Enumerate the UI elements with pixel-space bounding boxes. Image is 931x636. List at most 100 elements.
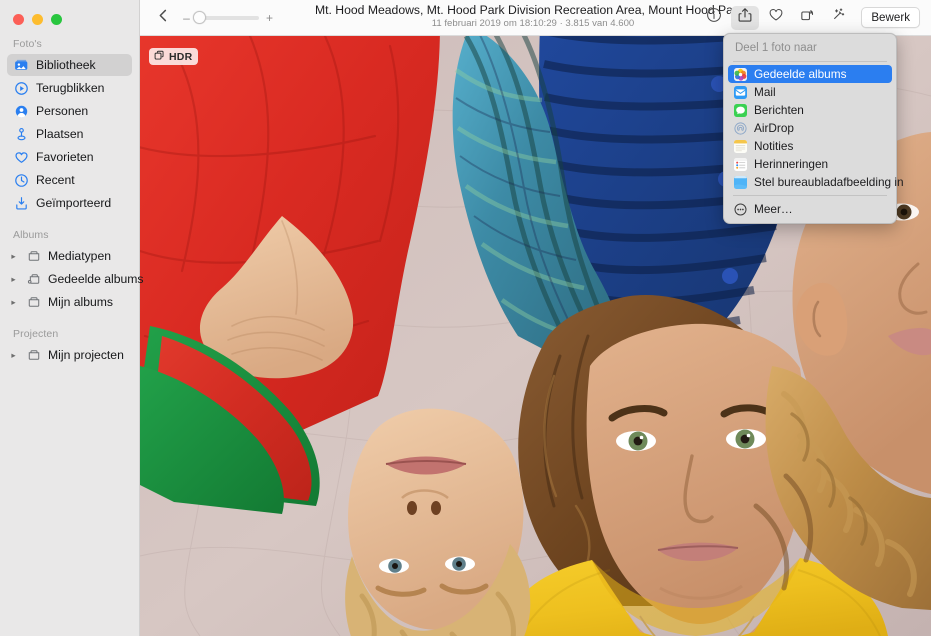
page-title: Mt. Hood Meadows, Mt. Hood Park Division… [315, 3, 751, 17]
menu-item-label: Herinneringen [754, 157, 828, 171]
chevron-right-icon[interactable]: ▸ [8, 351, 19, 360]
chevron-left-icon [156, 8, 171, 28]
favorite-button[interactable] [762, 6, 790, 30]
sidebar-section-albums-title: Albums [0, 215, 139, 244]
rotate-button[interactable] [793, 6, 821, 30]
menu-item-label: Mail [754, 85, 776, 99]
sidebar-section-photos-title: Foto's [0, 32, 139, 53]
menu-item-label: Stel bureaubladafbeelding in [754, 175, 904, 189]
menu-item-label: AirDrop [754, 121, 794, 135]
chevron-right-icon[interactable]: ▸ [8, 275, 19, 284]
sidebar-item-personen[interactable]: Personen [7, 100, 132, 122]
share-button[interactable] [731, 6, 759, 30]
sidebar-item-label: Geïmporteerd [36, 196, 111, 210]
hdr-badge: HDR [149, 48, 198, 65]
sidebar-item-recent[interactable]: Recent [7, 169, 132, 191]
folder-icon [26, 295, 41, 310]
window-traffic-lights [0, 0, 139, 32]
menu-item-label: Notities [754, 139, 793, 153]
sidebar-item-mediatypen[interactable]: ▸ Mediatypen [7, 245, 132, 267]
sidebar-item-mijn-albums[interactable]: ▸ Mijn albums [7, 291, 132, 313]
toolbar: – + Mt. Hood Meadows, Mt. Hood Park Divi… [140, 0, 931, 36]
places-pin-icon [14, 127, 29, 142]
info-button[interactable] [700, 6, 728, 30]
people-icon [14, 104, 29, 119]
memories-play-icon [14, 81, 29, 96]
reminders-icon [734, 158, 747, 171]
toolbar-actions: Bewerk [700, 6, 931, 30]
menu-item-meer[interactable]: Meer… [728, 200, 892, 218]
sidebar-item-label: Recent [36, 173, 75, 187]
edit-button[interactable]: Bewerk [861, 7, 920, 28]
chevron-right-icon[interactable]: ▸ [8, 252, 19, 261]
menu-separator [733, 61, 887, 62]
menu-item-airdrop[interactable]: AirDrop [728, 119, 892, 137]
heart-icon [14, 150, 29, 165]
menu-item-notities[interactable]: Notities [728, 137, 892, 155]
ellipsis-circle-icon [734, 203, 747, 216]
sidebar-item-gedeelde-albums[interactable]: ▸ Gedeelde albums [7, 268, 132, 290]
zoom-slider-track[interactable] [197, 16, 259, 20]
sidebar-item-favorieten[interactable]: Favorieten [7, 146, 132, 168]
share-menu-header: Deel 1 foto naar [724, 38, 896, 60]
menu-item-gedeelde-albums[interactable]: Gedeelde albums [728, 65, 892, 83]
sidebar-item-label: Plaatsen [36, 127, 83, 141]
magic-wand-icon [830, 7, 846, 28]
sidebar-item-label: Terugblikken [36, 81, 104, 95]
zoom-out-label[interactable]: – [182, 12, 191, 24]
folder-icon [26, 348, 41, 363]
mail-icon [734, 86, 747, 99]
notes-icon [734, 140, 747, 153]
desktop-picture-icon [734, 176, 747, 189]
photo-library-icon [14, 58, 29, 73]
page-subtitle: 11 februari 2019 om 18:10:29 · 3.815 van… [315, 18, 751, 29]
sidebar-item-geimporteerd[interactable]: Geïmporteerd [7, 192, 132, 214]
airdrop-icon [734, 122, 747, 135]
sidebar-item-plaatsen[interactable]: Plaatsen [7, 123, 132, 145]
rotate-icon [799, 7, 815, 28]
minimize-button[interactable] [32, 14, 43, 25]
menu-item-label: Meer… [754, 202, 793, 216]
info-circle-icon [706, 7, 722, 28]
share-menu: Deel 1 foto naar Gedeelde albums [723, 33, 897, 224]
menu-item-label: Berichten [754, 103, 804, 117]
menu-item-berichten[interactable]: Berichten [728, 101, 892, 119]
sidebar-section-projects-title: Projecten [0, 314, 139, 343]
sidebar-item-label: Mijn projecten [48, 348, 124, 362]
sidebar-item-mijn-projecten[interactable]: ▸ Mijn projecten [7, 344, 132, 366]
sidebar-item-label: Bibliotheek [36, 58, 96, 72]
menu-separator-lower [733, 195, 887, 196]
sidebar-item-bibliotheek[interactable]: Bibliotheek [7, 54, 132, 76]
shared-albums-icon [734, 68, 747, 81]
edit-button-label: Bewerk [871, 11, 910, 24]
hdr-badge-label: HDR [169, 51, 192, 63]
messages-icon [734, 104, 747, 117]
zoom-in-label[interactable]: + [265, 12, 274, 24]
sidebar: Foto's Bibliotheek Terugblikken [0, 0, 140, 636]
import-icon [14, 196, 29, 211]
clock-icon [14, 173, 29, 188]
sidebar-item-label: Personen [36, 104, 88, 118]
sidebar-item-label: Gedeelde albums [48, 272, 144, 286]
menu-item-mail[interactable]: Mail [728, 83, 892, 101]
close-button[interactable] [13, 14, 24, 25]
sidebar-item-terugblikken[interactable]: Terugblikken [7, 77, 132, 99]
heart-icon [768, 7, 784, 28]
sidebar-item-label: Favorieten [36, 150, 94, 164]
chevron-right-icon[interactable]: ▸ [8, 298, 19, 307]
menu-item-herinneringen[interactable]: Herinneringen [728, 155, 892, 173]
back-button[interactable] [154, 8, 172, 28]
zoom-slider-control[interactable]: – + [182, 12, 274, 24]
zoom-button[interactable] [51, 14, 62, 25]
menu-item-stel-bureaubladafbeelding-in[interactable]: Stel bureaubladafbeelding in [728, 173, 892, 191]
sidebar-item-label: Mediatypen [48, 249, 111, 263]
folder-icon [26, 249, 41, 264]
hdr-layers-icon [154, 50, 165, 64]
zoom-slider-thumb[interactable] [193, 11, 206, 24]
shared-folder-icon [26, 272, 41, 287]
share-icon [737, 7, 753, 28]
enhance-button[interactable] [824, 6, 852, 30]
menu-item-label: Gedeelde albums [754, 67, 846, 81]
sidebar-item-label: Mijn albums [48, 295, 113, 309]
photos-window: Foto's Bibliotheek Terugblikken [0, 0, 931, 636]
